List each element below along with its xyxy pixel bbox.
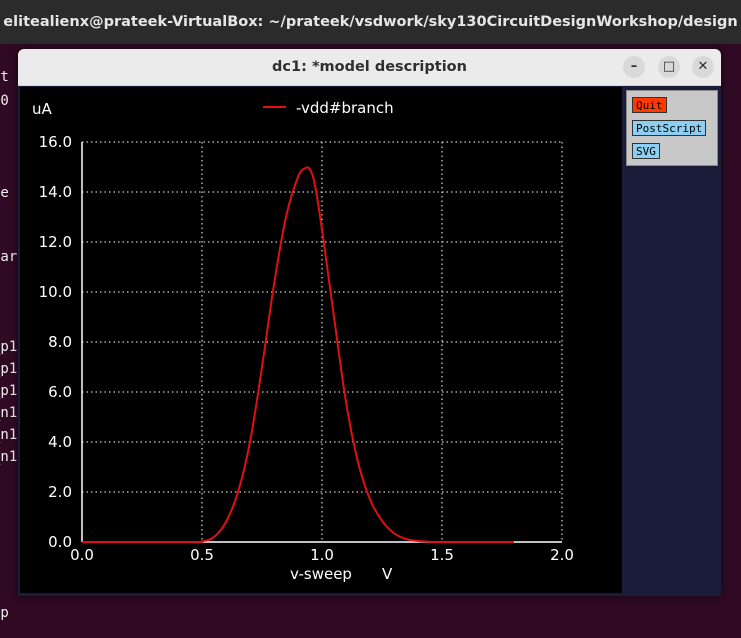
y-tick-label: 0.0 [48,533,72,551]
minimize-button[interactable]: – [623,56,645,78]
postscript-button[interactable]: PostScript [632,120,707,136]
x-unit-label: V [382,565,393,583]
desktop: elitealienx@prateek-VirtualBox: ~/pratee… [0,0,741,638]
x-tick-label: 2.0 [550,546,574,564]
y-tick-label: 4.0 [48,433,72,451]
y-tick-label: 6.0 [48,383,72,401]
terminal-title: elitealienx@prateek-VirtualBox: ~/pratee… [3,14,738,30]
terminal-line: _p1 [0,383,18,399]
terminal-line: _n1 [0,405,18,421]
axis-ticks: 0.0 0.5 1.0 1.5 2.0 0.0 2.0 4.0 6.0 8.0 10.0 12.0 14… [39,133,574,564]
grid [81,141,563,543]
terminal-line: _p1 [0,339,18,355]
window-title: dc1: *model description [272,59,467,75]
x-tick-label: 1.5 [430,546,454,564]
y-tick-label: 8.0 [48,333,72,351]
terminal-line: _n1 [0,449,18,465]
svg-button[interactable]: SVG [632,143,660,159]
plot-area[interactable]: 0.0 0.5 1.0 1.5 2.0 0.0 2.0 4.0 6.0 8.0 10.0 12.0 14… [20,87,622,593]
terminal-line: tt [0,69,9,85]
terminal-title-bar[interactable]: elitealienx@prateek-VirtualBox: ~/pratee… [0,0,741,44]
y-tick-label: 2.0 [48,483,72,501]
plot-window: dc1: *model description – □ ✕ 0.0 0.5 1.0 1… [18,49,721,596]
terminal-line: 00 [0,93,9,109]
series-line-vdd-branch [81,166,514,544]
side-panel: Quit PostScript SVG [626,90,718,166]
y-unit-label: uA [32,100,53,118]
y-tick-label: 14.0 [39,183,72,201]
maximize-button[interactable]: □ [658,56,680,78]
terminal-line: re [0,185,9,201]
waveform-chart[interactable]: 0.0 0.5 1.0 1.5 2.0 0.0 2.0 4.0 6.0 8.0 10.0 12.0 14… [20,87,622,593]
x-tick-label: 1.0 [310,546,334,564]
y-tick-label: 16.0 [39,133,72,151]
terminal-line: nar [0,249,18,265]
quit-button[interactable]: Quit [632,97,667,113]
x-axis-label: v-sweep [290,565,352,583]
series-layer [81,166,514,544]
close-button[interactable]: ✕ [692,56,714,78]
x-tick-label: 0.5 [190,546,214,564]
terminal-line: _n1 [0,427,18,443]
y-tick-label: 10.0 [39,283,72,301]
window-title-bar[interactable]: dc1: *model description – □ ✕ [18,49,721,86]
terminal-line: ep [0,605,9,621]
legend-label: -vdd#branch [296,99,394,117]
legend: -vdd#branch [263,99,394,117]
x-tick-label: 0.0 [70,546,94,564]
terminal-line: _p1 [0,361,18,377]
y-tick-label: 12.0 [39,233,72,251]
